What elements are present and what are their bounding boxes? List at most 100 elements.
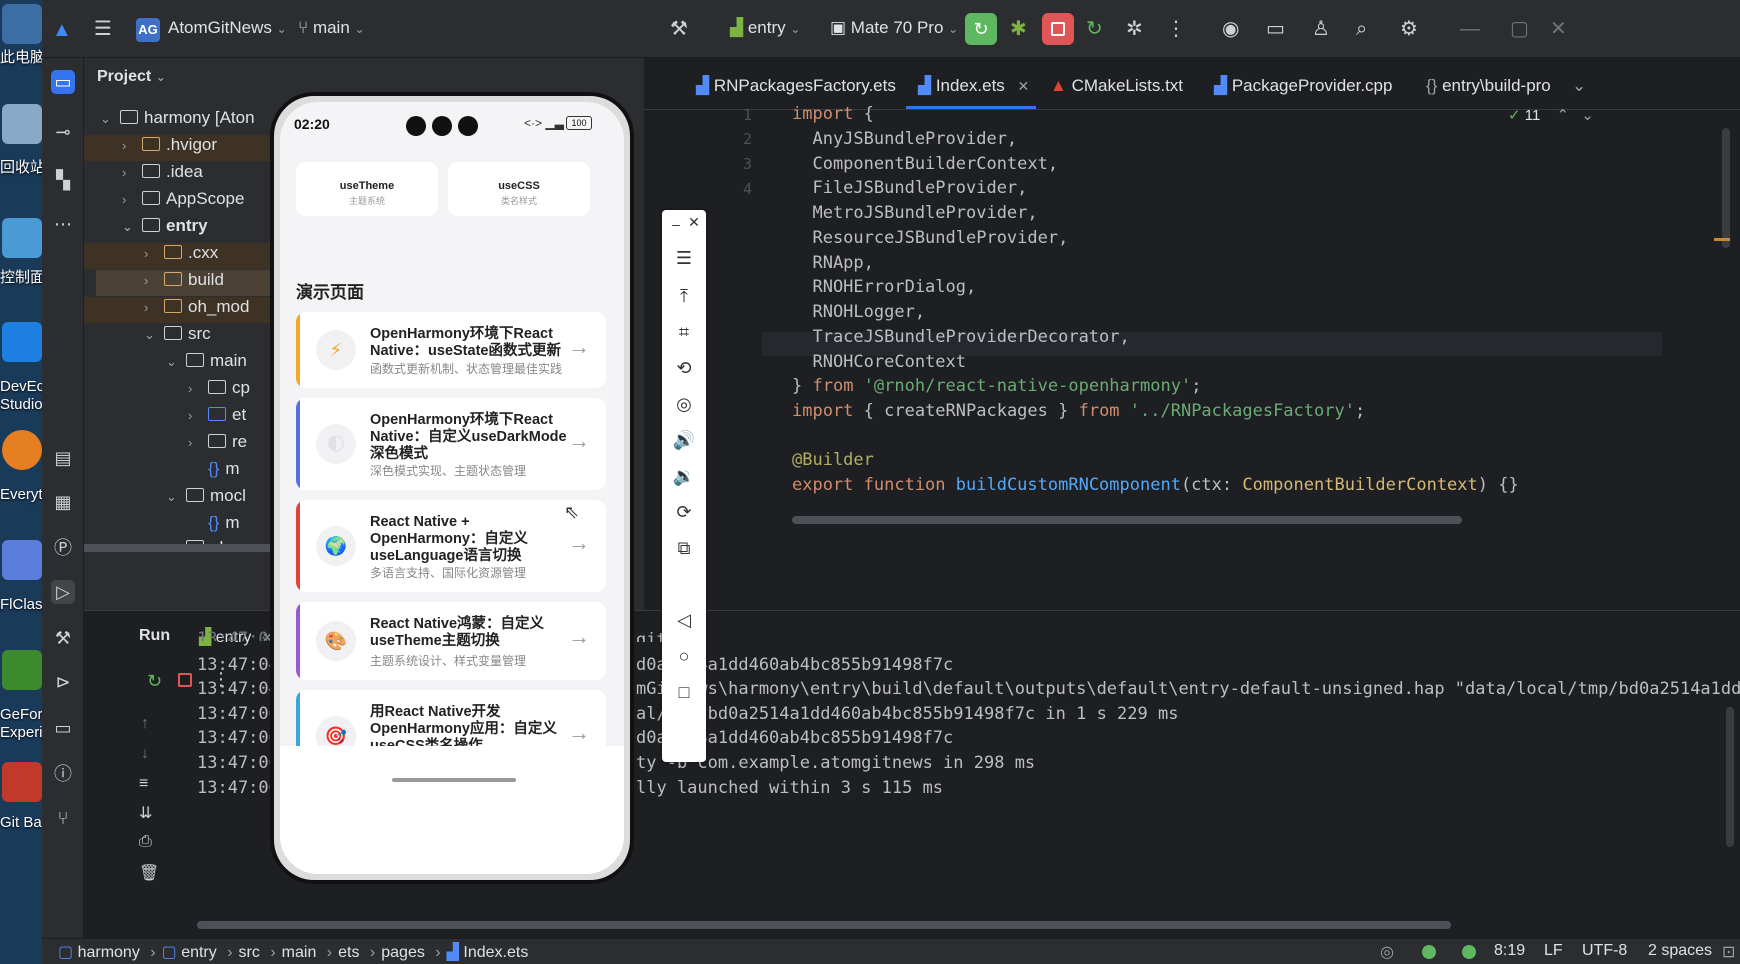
tab-build-profile[interactable]: {} entry\build-pro — [1426, 76, 1551, 96]
code-line[interactable]: import { createRNPackages } from '../RNP… — [792, 401, 1365, 421]
back-icon[interactable]: ◁ — [662, 610, 706, 631]
search-icon[interactable]: ⌕ — [1356, 19, 1367, 39]
project-horizontal-scrollbar[interactable] — [84, 544, 284, 552]
tree-item[interactable]: {} m — [208, 513, 240, 533]
services-icon[interactable]: ⊳ — [51, 670, 75, 694]
terminal-icon[interactable]: ▭ — [51, 716, 75, 740]
tree-item[interactable]: ⌄ entry — [122, 216, 208, 236]
demo-card[interactable]: 🌍 React Native + OpenHarmony：自定义useLangu… — [296, 500, 606, 592]
feature-card[interactable]: useCSS 类名样式 — [448, 162, 590, 216]
more-tools-icon[interactable]: ⋯ — [51, 212, 75, 236]
crop-icon[interactable]: ⌗ — [662, 322, 706, 343]
profiler-icon[interactable]: ✲ — [1126, 19, 1143, 39]
rotate-icon[interactable]: ⟲ — [662, 358, 706, 379]
demo-card[interactable]: 🌓 OpenHarmony环境下React Native：自定义useDarkM… — [296, 398, 606, 490]
code-line[interactable]: RNOHCoreContext — [792, 352, 966, 372]
structure-icon[interactable]: ▚ — [51, 168, 75, 192]
tree-item[interactable]: {} m — [208, 459, 240, 479]
scroll-up-icon[interactable]: ↑ — [141, 715, 149, 733]
main-menu-icon[interactable]: ☰ — [94, 19, 112, 39]
minimize-icon[interactable]: — — [1460, 19, 1480, 39]
commit-icon[interactable]: ⊸ — [51, 120, 75, 144]
stop-icon[interactable] — [178, 673, 192, 687]
screenshot-icon[interactable]: ◎ — [662, 394, 706, 415]
pin-top-icon[interactable]: ⤒ — [662, 286, 706, 307]
run-config-selector[interactable]: ▟ entry ⌄ — [730, 18, 800, 38]
status-indicator-green[interactable] — [1462, 945, 1476, 959]
tabs-overflow-icon[interactable]: ⌄ — [1572, 76, 1586, 96]
computer-icon[interactable] — [2, 4, 42, 44]
rerun-icon[interactable]: ↻ — [147, 671, 162, 692]
branch-switcher[interactable]: ⑂ main ⌄ — [298, 18, 365, 38]
geforce-icon[interactable] — [2, 650, 42, 690]
todo-icon[interactable]: ▤ — [51, 446, 75, 470]
tree-item[interactable]: › et — [188, 405, 246, 425]
settings-gear-icon[interactable]: ⚙ — [1400, 19, 1418, 39]
tree-item[interactable]: ⌄ main — [166, 351, 247, 371]
code-line[interactable]: @Builder — [792, 450, 874, 470]
code-line[interactable]: RNOHLogger, — [792, 302, 925, 322]
indent-setting[interactable]: 2 spaces — [1648, 942, 1712, 960]
git-icon[interactable]: ⑂ — [51, 806, 75, 830]
home-indicator[interactable] — [392, 778, 516, 782]
close-window-icon[interactable]: ✕ — [1550, 19, 1567, 39]
code-line[interactable]: TraceJSBundleProviderDecorator, — [792, 327, 1129, 347]
editor-vertical-scrollbar[interactable] — [1722, 128, 1730, 248]
code-line[interactable]: RNApp, — [792, 253, 873, 273]
print-icon[interactable]: ⎙ — [139, 833, 152, 851]
tab-packageprovider[interactable]: ▟ PackageProvider.cpp — [1214, 76, 1392, 96]
shake-icon[interactable]: ⟳ — [662, 502, 706, 523]
soft-wrap-icon[interactable]: ≡ — [139, 775, 148, 793]
run-horizontal-scrollbar[interactable] — [197, 921, 1451, 929]
recycle-bin-icon[interactable] — [2, 104, 42, 144]
volume-up-icon[interactable]: 🔊 — [662, 430, 706, 451]
caret-position[interactable]: 8:19 — [1494, 942, 1525, 960]
code-line[interactable]: } from '@rnoh/react-native-openharmony'; — [792, 376, 1201, 396]
target-icon[interactable]: ◉ — [1222, 19, 1239, 39]
scroll-to-end-icon[interactable]: ⇊ — [139, 803, 152, 823]
tree-item[interactable]: › oh_mod — [84, 297, 284, 323]
account-icon[interactable]: ♙ — [1312, 19, 1330, 39]
layout-icon[interactable]: ▦ — [51, 490, 75, 514]
tree-item[interactable]: › .cxx — [84, 243, 284, 269]
no-eye-icon[interactable]: ◎ — [1380, 942, 1394, 962]
problems-icon[interactable]: ⓘ — [51, 762, 75, 786]
project-tool-icon[interactable]: ▭ — [51, 70, 75, 94]
tab-index[interactable]: ▟ Index.ets ✕ — [918, 76, 1029, 96]
git-bash-icon[interactable] — [2, 762, 42, 802]
lock-icon[interactable]: ⊡ — [1722, 942, 1735, 962]
more-vertical-icon[interactable]: ⋮ — [1166, 19, 1186, 39]
tree-item[interactable]: › re — [188, 432, 247, 452]
recents-icon[interactable]: □ — [662, 682, 706, 703]
code-line[interactable]: ComponentBuilderContext, — [792, 154, 1058, 174]
maximize-icon[interactable]: ▢ — [1510, 19, 1529, 39]
multi-window-icon[interactable]: ⧉ — [662, 538, 706, 559]
tree-item[interactable]: › .idea — [122, 162, 203, 182]
stop-button[interactable] — [1042, 13, 1074, 45]
device-selector[interactable]: ▣ Mate 70 Pro ⌄ — [830, 18, 958, 38]
everything-icon[interactable] — [2, 430, 42, 470]
status-indicator-green[interactable] — [1422, 945, 1436, 959]
tree-item[interactable]: › cp — [188, 378, 250, 398]
feature-card[interactable]: useTheme 主题系统 — [296, 162, 438, 216]
menu-icon[interactable]: ☰ — [662, 248, 706, 269]
build-hammer-icon[interactable]: ⚒ — [670, 19, 688, 39]
build-tool-icon[interactable]: ⚒ — [51, 626, 75, 650]
tab-cmakelists[interactable]: ▲ CMakeLists.txt — [1050, 76, 1183, 96]
run-tool-icon[interactable]: ▷ — [51, 580, 75, 604]
tree-item[interactable]: › AppScope — [122, 189, 244, 209]
flclash-icon[interactable] — [2, 540, 42, 580]
code-line[interactable]: MetroJSBundleProvider, — [792, 203, 1037, 223]
line-separator[interactable]: LF — [1544, 942, 1563, 960]
tree-item[interactable]: › build — [96, 270, 284, 296]
rerun-button[interactable]: ↻ — [965, 13, 997, 45]
apply-changes-icon[interactable]: ↻ — [1086, 19, 1103, 39]
file-encoding[interactable]: UTF-8 — [1582, 942, 1627, 960]
code-line[interactable]: ResourceJSBundleProvider, — [792, 228, 1068, 248]
code-line[interactable]: export function buildCustomRNComponent(c… — [792, 475, 1519, 495]
tree-item[interactable]: ⌄ src — [144, 324, 211, 344]
code-line[interactable]: FileJSBundleProvider, — [792, 178, 1027, 198]
code-line[interactable]: RNOHErrorDialog, — [792, 277, 976, 297]
code-line[interactable]: import { — [792, 104, 874, 124]
project-panel-title[interactable]: Project ⌄ — [97, 68, 166, 86]
